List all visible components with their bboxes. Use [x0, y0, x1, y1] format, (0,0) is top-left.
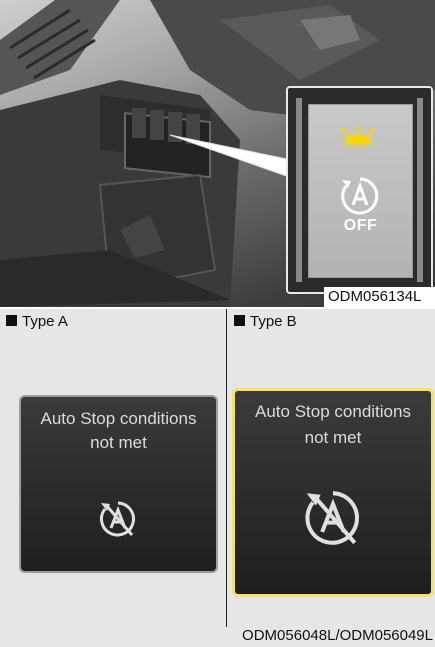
type-a-heading: Type A	[6, 313, 68, 330]
button-closeup: OFF	[286, 86, 433, 294]
dashboard-photo: OFF ODM056134L	[0, 0, 435, 307]
type-b-display: Auto Stop conditions not met	[232, 388, 434, 597]
type-b-message: Auto Stop conditions not met	[255, 402, 411, 447]
type-a-display: Auto Stop conditions not met	[19, 395, 218, 573]
type-a-message: Auto Stop conditions not met	[40, 409, 197, 452]
bullet-square-icon	[6, 315, 17, 326]
bullet-square-icon	[234, 315, 245, 326]
type-b-heading: Type B	[234, 313, 297, 330]
button-rail-right	[417, 98, 423, 282]
auto-stop-off-button: OFF	[308, 104, 413, 278]
column-divider	[226, 309, 227, 627]
auto-stop-disabled-icon	[100, 501, 135, 537]
button-rail-left	[296, 98, 302, 282]
lamp-ray	[340, 127, 348, 134]
lamp-ray	[368, 127, 376, 134]
auto-stop-a-icon	[341, 177, 379, 215]
type-b-label: Type B	[250, 313, 297, 330]
off-label: OFF	[343, 217, 378, 234]
type-a-label: Type A	[22, 313, 68, 330]
indicator-lamp	[347, 137, 369, 143]
figure-reference-code: ODM056048L/ODM056049L	[242, 627, 433, 644]
auto-stop-disabled-icon	[305, 491, 359, 545]
lamp-ray	[357, 125, 359, 132]
photo-reference-code: ODM056134L	[324, 287, 435, 307]
section-divider	[0, 307, 435, 309]
